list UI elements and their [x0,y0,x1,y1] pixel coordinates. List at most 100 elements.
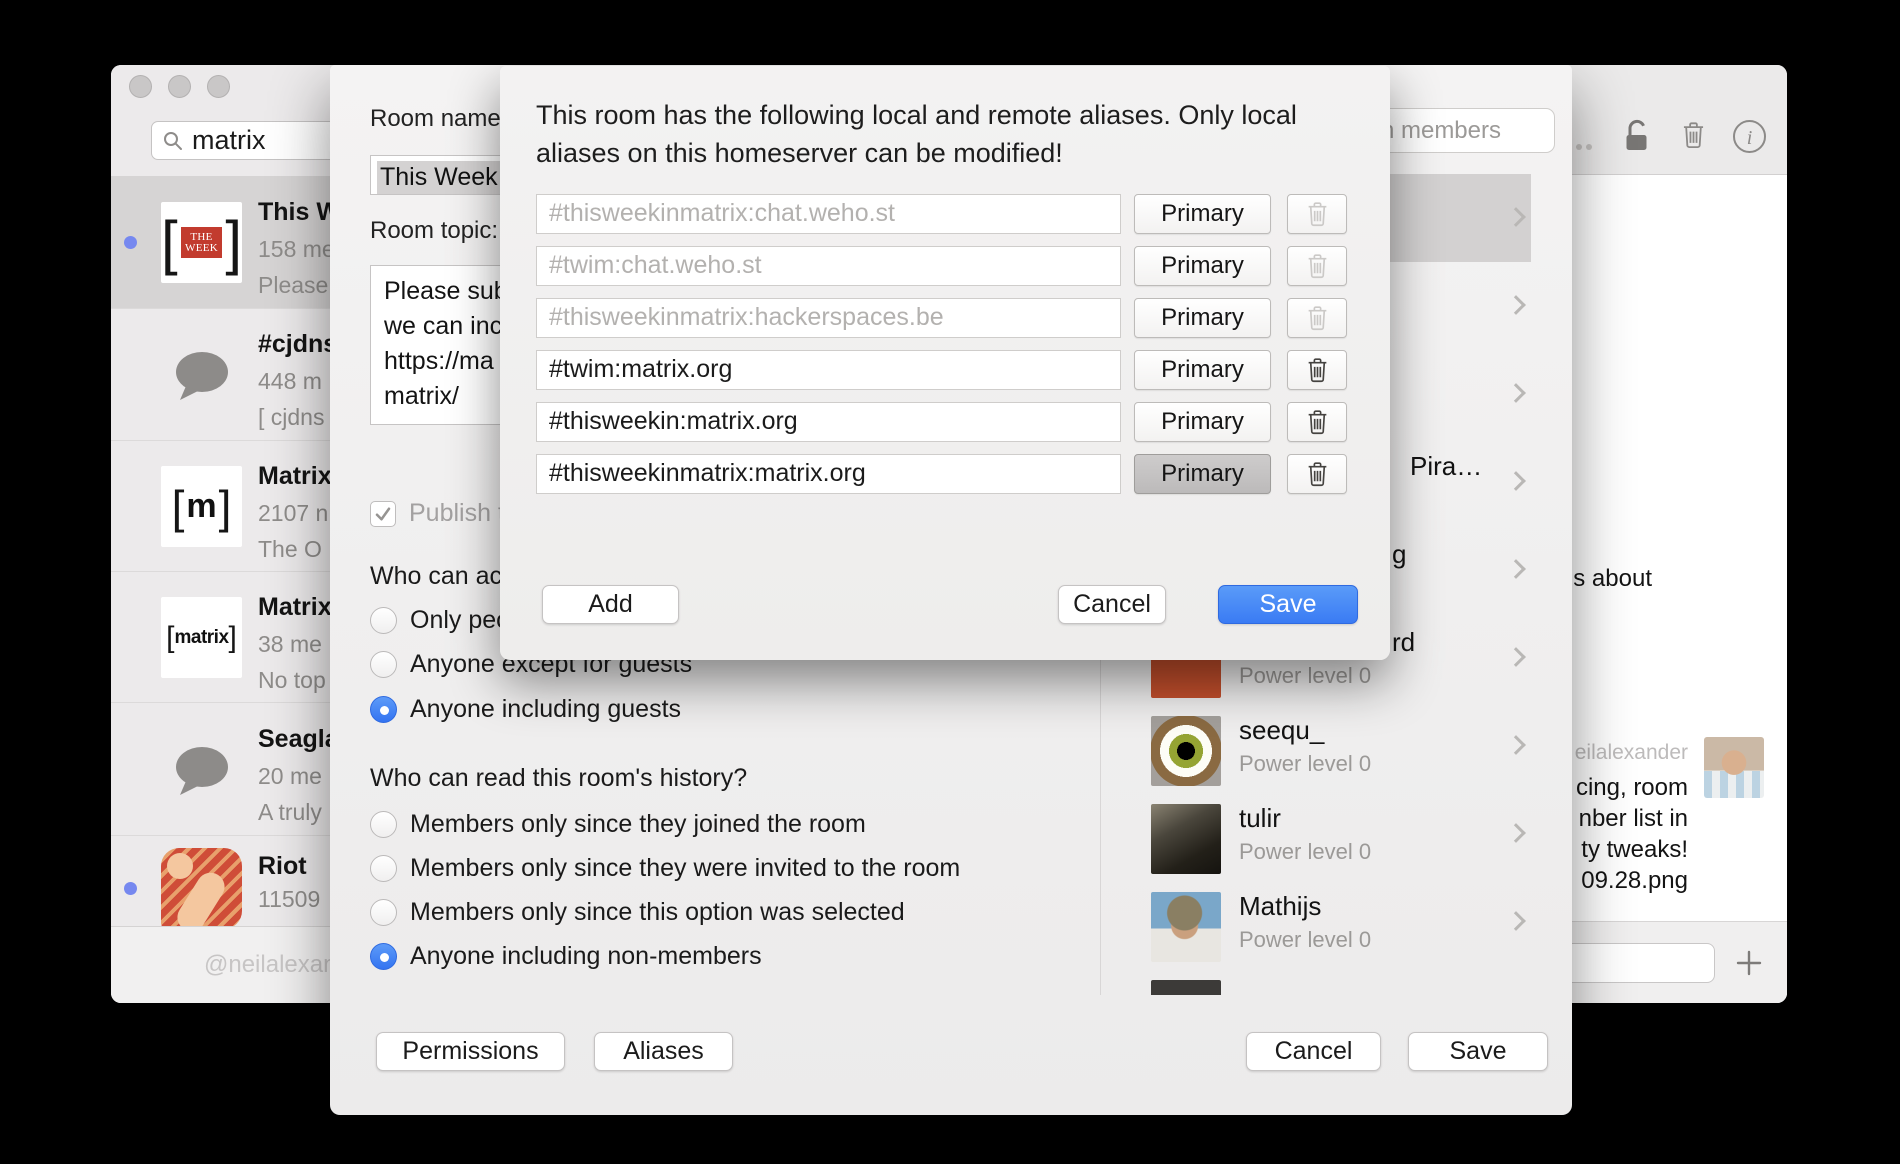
member-row-seequ[interactable]: seequ_ Power level 0 [1100,702,1531,790]
room-search-input[interactable]: matrix [151,121,351,160]
room-title: Riot [258,852,307,881]
primary-button[interactable]: Primary [1134,350,1271,390]
primary-button[interactable]: Primary [1134,246,1271,286]
radio-selected[interactable] [370,943,397,970]
sidebar-footer: @neilalexander:matrix.org [111,926,351,1003]
room-title: This W [258,198,340,227]
member-power-level: Power level 0 [1239,839,1371,865]
publish-checkbox[interactable] [370,501,396,527]
room-title: Seagla [258,725,339,754]
room-row-thisweekinmatrix[interactable]: THE WEEK This W 158 me Please [111,176,351,309]
member-avatar [1151,980,1221,995]
room-name-label: Room name: [370,105,507,133]
room-row-cjdns[interactable]: #cjdns 448 m [ cjdns [111,309,351,441]
room-sidebar: matrix THE WEEK This W 158 me Please [111,65,351,1003]
radio-unselected[interactable] [370,651,397,678]
attach-plus-icon[interactable] [1736,950,1762,976]
primary-button[interactable]: Primary [1134,402,1271,442]
option-label: Anyone including non-members [410,942,762,971]
permissions-button[interactable]: Permissions [376,1032,565,1071]
room-subline1: 38 me [258,631,322,658]
room-list: THE WEEK This W 158 me Please [111,176,351,926]
room-subline1: 158 me [258,236,335,263]
member-power-level: Power level 0 [1239,663,1371,689]
trash-icon[interactable] [1680,120,1707,150]
radio-unselected[interactable] [370,899,397,926]
alias-input[interactable]: #thisweekinmatrix:matrix.org [536,454,1121,494]
option-label: Members only since they were invited to … [410,854,960,883]
speech-bubble-icon [161,335,242,416]
option-label: Members only since this option was selec… [410,898,905,927]
radio-selected[interactable] [370,696,397,723]
trash-icon [1305,252,1330,280]
member-name: seequ_ [1239,715,1324,746]
room-row-seaglass[interactable]: Seagla 20 me A truly [111,703,351,836]
trash-icon [1305,460,1330,488]
primary-button[interactable]: Primary [1134,298,1271,338]
room-title: Matrix [258,593,332,622]
member-row-tulir[interactable]: tulir Power level 0 [1100,790,1531,878]
add-alias-button[interactable]: Add [542,585,679,624]
access-option-including-guests[interactable]: Anyone including guests [370,695,681,723]
radio-unselected[interactable] [370,855,397,882]
radio-unselected[interactable] [370,607,397,634]
dialog-save-button[interactable]: Save [1218,585,1358,624]
aliases-dialog: This room has the following local and re… [500,66,1390,660]
room-subline2: A truly [258,799,322,826]
alias-input[interactable]: #thisweekin:matrix.org [536,402,1121,442]
chevron-right-icon [1506,207,1526,227]
theweek-logo-bottom: WEEK [185,243,218,254]
member-power-level: Power level 0 [1239,751,1371,777]
alias-input[interactable]: #twim:matrix.org [536,350,1121,390]
unread-indicator [124,236,137,249]
sheet-save-button[interactable]: Save [1408,1032,1548,1071]
speech-bubble-icon [161,730,242,811]
alias-input[interactable]: #thisweekinmatrix:hackerspaces.be [536,298,1121,338]
room-row-matrix[interactable]: matrix Matrix 38 me No top [111,572,351,703]
room-subline2: [ cjdns [258,404,324,431]
alias-input[interactable]: #thisweekinmatrix:chat.weho.st [536,194,1121,234]
option-label: Members only since they joined the room [410,810,866,839]
delete-alias-button[interactable] [1287,298,1347,338]
history-option-selected-time[interactable]: Members only since this option was selec… [370,898,905,926]
primary-button[interactable]: Primary [1134,194,1271,234]
radio-unselected[interactable] [370,811,397,838]
delete-alias-button[interactable] [1287,350,1347,390]
matrix-word-logo: matrix [174,627,228,649]
delete-alias-button[interactable] [1287,402,1347,442]
history-option-invited[interactable]: Members only since they were invited to … [370,854,960,882]
sheet-cancel-button[interactable]: Cancel [1246,1032,1381,1071]
primary-button-active[interactable]: Primary [1134,454,1271,494]
chevron-right-icon [1506,559,1526,579]
room-subline1: 11509 [258,886,320,913]
delete-alias-button[interactable] [1287,194,1347,234]
aliases-dialog-message: This room has the following local and re… [536,96,1336,172]
member-name: g [1392,539,1406,570]
alias-input[interactable]: #twim:chat.weho.st [536,246,1121,286]
history-option-joined[interactable]: Members only since they joined the room [370,810,866,838]
delete-alias-button[interactable] [1287,246,1347,286]
member-power-level: Power level 0 [1239,927,1371,953]
chevron-right-icon [1506,471,1526,491]
history-option-anyone[interactable]: Anyone including non-members [370,942,762,970]
message-input[interactable] [1555,943,1715,983]
message-line: nber list in [1576,803,1688,834]
aliases-button[interactable]: Aliases [594,1032,733,1071]
close-window-button[interactable] [129,75,152,98]
room-subline2: The O [258,536,322,563]
room-row-riot[interactable]: Riot 11509 [111,836,351,926]
info-icon[interactable]: i [1732,119,1767,154]
zoom-window-button[interactable] [207,75,230,98]
chevron-right-icon [1506,823,1526,843]
user-avatar-neilalexander[interactable] [1704,737,1764,798]
member-row[interactable] [1100,966,1531,995]
minimize-window-button[interactable] [168,75,191,98]
unlock-icon[interactable] [1624,118,1650,152]
member-row-mathijs[interactable]: Mathijs Power level 0 [1100,878,1531,966]
dialog-cancel-button[interactable]: Cancel [1058,585,1166,624]
delete-alias-button[interactable] [1287,454,1347,494]
message-line: cing, room [1576,772,1688,803]
chevron-right-icon [1506,383,1526,403]
room-row-matrix-hq[interactable]: m Matrix 2107 n The O [111,441,351,572]
unread-indicator [124,882,137,895]
